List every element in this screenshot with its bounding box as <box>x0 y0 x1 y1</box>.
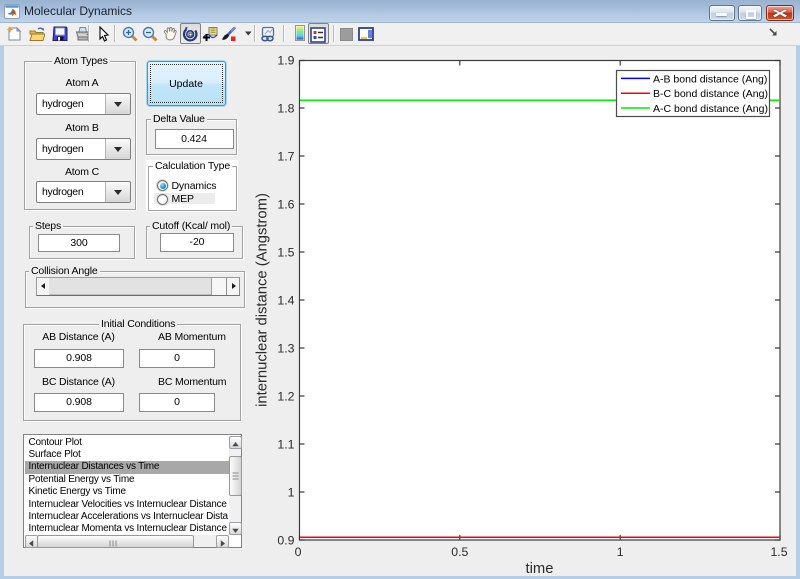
svg-text:A-C bond distance (Ang): A-C bond distance (Ang) <box>653 103 768 115</box>
svg-text:A-B bond distance (Ang): A-B bond distance (Ang) <box>653 73 767 85</box>
svg-text:B-C bond distance (Ang): B-C bond distance (Ang) <box>653 88 768 100</box>
svg-text:internuclear distance (Angstro: internuclear distance (Angstrom) <box>255 193 271 407</box>
svg-text:1.9: 1.9 <box>277 54 294 68</box>
svg-text:1.5: 1.5 <box>277 246 294 260</box>
svg-text:0.9: 0.9 <box>277 534 294 548</box>
svg-text:1.8: 1.8 <box>277 102 294 116</box>
svg-text:1.5: 1.5 <box>770 545 787 559</box>
svg-text:0.5: 0.5 <box>451 545 468 559</box>
svg-text:1.6: 1.6 <box>277 198 294 212</box>
svg-text:1: 1 <box>617 545 624 559</box>
svg-text:0: 0 <box>295 545 302 559</box>
svg-text:time: time <box>526 561 554 577</box>
svg-text:1.1: 1.1 <box>277 438 294 452</box>
svg-text:1.2: 1.2 <box>277 390 294 404</box>
svg-text:1.7: 1.7 <box>277 150 294 164</box>
svg-text:1: 1 <box>288 486 295 500</box>
svg-text:1.4: 1.4 <box>277 294 294 308</box>
svg-text:1.3: 1.3 <box>277 342 294 356</box>
